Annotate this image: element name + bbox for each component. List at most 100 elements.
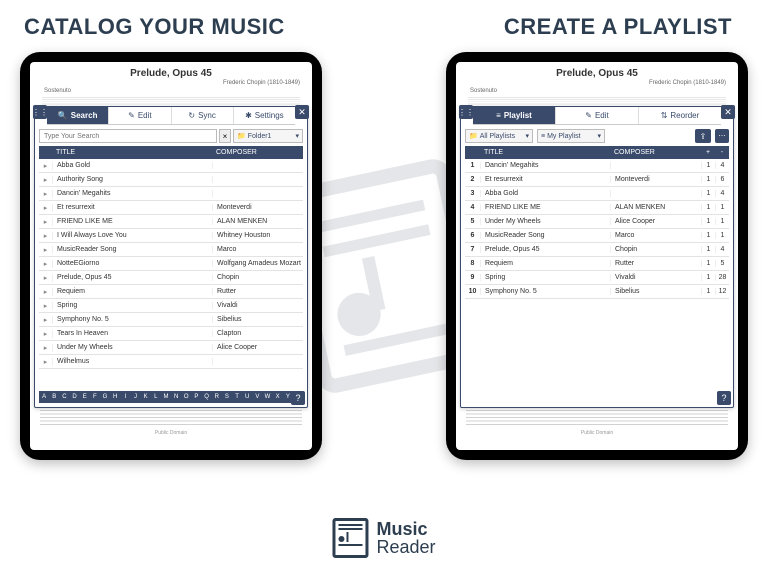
table-row[interactable]: ▸RequiemRutter (39, 285, 303, 299)
table-row[interactable]: 4FRIEND LIKE MEALAN MENKEN11 (465, 201, 729, 215)
alpha-letter[interactable]: O (181, 391, 191, 403)
table-row[interactable]: 3Abba Gold14 (465, 187, 729, 201)
table-row[interactable]: 8RequiemRutter15 (465, 257, 729, 271)
alpha-letter[interactable]: K (141, 391, 151, 403)
tab-settings[interactable]: ✱Settings (234, 107, 295, 124)
expand-icon[interactable]: ▸ (39, 176, 53, 184)
table-row[interactable]: ▸I Will Always Love YouWhitney Houston (39, 229, 303, 243)
alpha-letter[interactable]: M (161, 391, 171, 403)
expand-icon[interactable]: ▸ (39, 232, 53, 240)
cell-index: 5 (465, 218, 481, 225)
cell-index: 1 (465, 162, 481, 169)
expand-icon[interactable]: ▸ (39, 330, 53, 338)
help-icon[interactable]: ? (717, 391, 731, 405)
alpha-letter[interactable]: E (80, 391, 90, 403)
expand-icon[interactable]: ▸ (39, 358, 53, 366)
alpha-letter[interactable]: A (39, 391, 49, 403)
cell-composer: Alice Cooper (213, 344, 303, 351)
all-playlists-dropdown[interactable]: 📁All Playlists▾ (465, 129, 533, 143)
alpha-letter[interactable]: W (262, 391, 272, 403)
alpha-letter[interactable]: I (120, 391, 130, 403)
table-row[interactable]: 2Et resurrexitMonteverdi16 (465, 173, 729, 187)
table-row[interactable]: 1Dancin' Megahits14 (465, 159, 729, 173)
alpha-letter[interactable]: D (69, 391, 79, 403)
expand-icon[interactable]: ▸ (39, 288, 53, 296)
grip-icon[interactable]: ⋮⋮ (459, 105, 473, 119)
alpha-letter[interactable]: P (191, 391, 201, 403)
col-a: + (701, 149, 715, 156)
expand-icon[interactable]: ▸ (39, 246, 53, 254)
alpha-letter[interactable]: S (222, 391, 232, 403)
table-row[interactable]: 10Symphony No. 5Sibelius112 (465, 285, 729, 299)
table-row[interactable]: ▸Wilhelmus (39, 355, 303, 369)
alpha-letter[interactable]: R (212, 391, 222, 403)
alpha-letter[interactable]: J (130, 391, 140, 403)
table-row[interactable]: ▸Abba Gold (39, 159, 303, 173)
search-input[interactable] (39, 129, 217, 143)
share-icon[interactable]: ⇪ (695, 129, 711, 143)
table-row[interactable]: 5Under My WheelsAlice Cooper11 (465, 215, 729, 229)
cell-composer: Monteverdi (213, 204, 303, 211)
tab-reorder[interactable]: ⇅Reorder (639, 107, 721, 124)
expand-icon[interactable]: ▸ (39, 218, 53, 226)
tab-edit[interactable]: ✎Edit (556, 107, 639, 124)
table-row[interactable]: ▸FRIEND LIKE MEALAN MENKEN (39, 215, 303, 229)
tablet-playlist: Prelude, Opus 45 Frederic Chopin (1810-1… (446, 52, 748, 460)
tab-search[interactable]: 🔍Search (47, 107, 109, 124)
table-row[interactable]: ▸Symphony No. 5Sibelius (39, 313, 303, 327)
col-composer[interactable]: COMPOSER (213, 149, 303, 156)
table-row[interactable]: ▸Authority Song (39, 173, 303, 187)
alpha-letter[interactable]: B (49, 391, 59, 403)
table-row[interactable]: ▸NotteEGiornoWolfgang Amadeus Mozart (39, 257, 303, 271)
alpha-letter[interactable]: C (59, 391, 69, 403)
expand-icon[interactable]: ▸ (39, 260, 53, 268)
alpha-letter[interactable]: H (110, 391, 120, 403)
table-row[interactable]: 6MusicReader SongMarco11 (465, 229, 729, 243)
grip-icon[interactable]: ⋮⋮ (33, 105, 47, 119)
expand-icon[interactable]: ▸ (39, 162, 53, 170)
cell-a: 1 (701, 260, 715, 267)
table-row[interactable]: ▸Dancin' Megahits (39, 187, 303, 201)
tab-playlist[interactable]: ≡Playlist (473, 107, 556, 124)
col-title[interactable]: TITLE (481, 149, 611, 156)
my-playlist-dropdown[interactable]: ≡My Playlist▾ (537, 129, 605, 143)
alpha-letter[interactable]: Q (202, 391, 212, 403)
alpha-letter[interactable]: N (171, 391, 181, 403)
table-row[interactable]: 9SpringVivaldi128 (465, 271, 729, 285)
col-composer[interactable]: COMPOSER (611, 149, 701, 156)
expand-icon[interactable]: ▸ (39, 190, 53, 198)
alpha-letter[interactable]: F (90, 391, 100, 403)
table-row[interactable]: ▸Et resurrexitMonteverdi (39, 201, 303, 215)
expand-icon[interactable]: ▸ (39, 344, 53, 352)
expand-icon[interactable]: ▸ (39, 316, 53, 324)
cell-title: Dancin' Megahits (53, 190, 213, 197)
shuffle-icon[interactable]: ⋯ (715, 129, 729, 143)
brand-line1: Music (376, 520, 435, 538)
tab-sync[interactable]: ↻Sync (172, 107, 234, 124)
alpha-letter[interactable]: X (273, 391, 283, 403)
folder-dropdown[interactable]: 📁Folder1▾ (233, 129, 303, 143)
cell-composer: ALAN MENKEN (611, 204, 701, 211)
tab-edit[interactable]: ✎Edit (109, 107, 171, 124)
expand-icon[interactable]: ▸ (39, 274, 53, 282)
alpha-letter[interactable]: V (252, 391, 262, 403)
table-row[interactable]: ▸Tears In HeavenClapton (39, 327, 303, 341)
close-icon[interactable]: ✕ (295, 105, 309, 119)
cell-composer: Chopin (611, 246, 701, 253)
table-row[interactable]: ▸Prelude, Opus 45Chopin (39, 271, 303, 285)
table-row[interactable]: ▸SpringVivaldi (39, 299, 303, 313)
table-row[interactable]: ▸Under My WheelsAlice Cooper (39, 341, 303, 355)
expand-icon[interactable]: ▸ (39, 302, 53, 310)
clear-search-icon[interactable]: × (219, 129, 231, 143)
help-icon[interactable]: ? (291, 391, 305, 405)
catalog-rows: ▸Abba Gold▸Authority Song▸Dancin' Megahi… (39, 159, 303, 369)
close-icon[interactable]: ✕ (721, 105, 735, 119)
alpha-letter[interactable]: G (100, 391, 110, 403)
alpha-letter[interactable]: T (232, 391, 242, 403)
expand-icon[interactable]: ▸ (39, 204, 53, 212)
table-row[interactable]: ▸MusicReader SongMarco (39, 243, 303, 257)
alpha-letter[interactable]: L (151, 391, 161, 403)
col-title[interactable]: TITLE (53, 149, 213, 156)
alpha-letter[interactable]: U (242, 391, 252, 403)
table-row[interactable]: 7Prelude, Opus 45Chopin14 (465, 243, 729, 257)
